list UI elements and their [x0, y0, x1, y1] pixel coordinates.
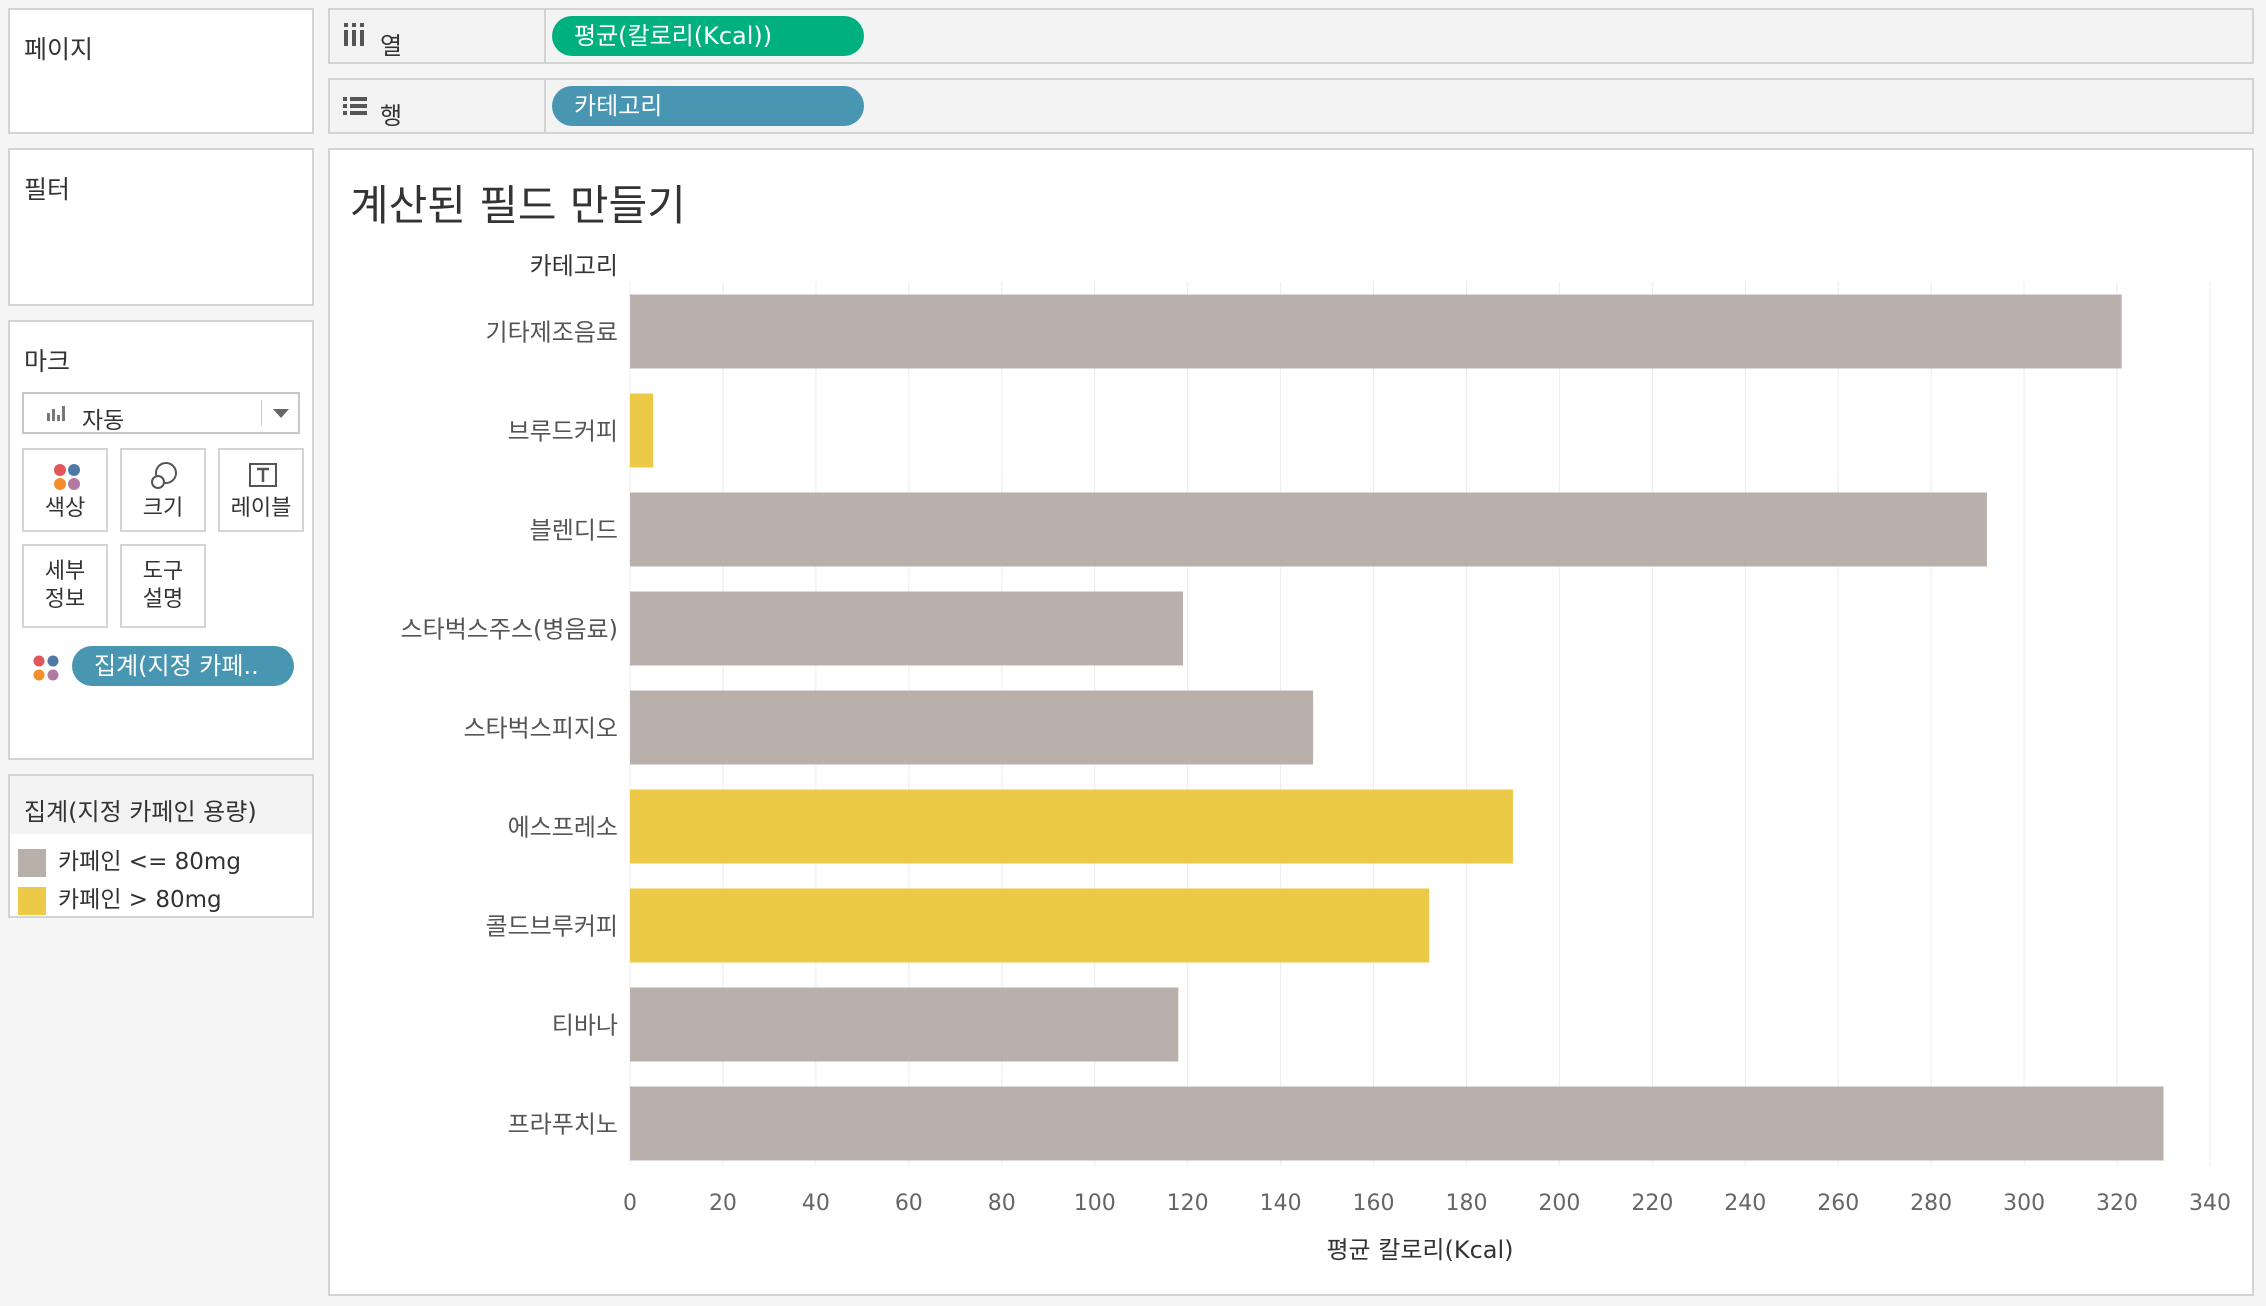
view-area: 계산된 필드 만들기 카테고리 기타제조음료 브루드커피 블렌디드 스타벅스주스(병음료… [328, 148, 2254, 1296]
columns-icon [342, 22, 366, 55]
x-tick-label: 0 [623, 1191, 637, 1216]
legend-item-high[interactable]: 카페인 > 80mg [18, 880, 222, 915]
x-tick-label: 80 [988, 1191, 1016, 1216]
bar[interactable] [630, 492, 1987, 567]
tooltip-button-label: 도구 설명 [122, 558, 204, 614]
detail-button-label: 세부 정보 [24, 558, 106, 614]
tooltip-button-line1: 도구 [142, 559, 184, 584]
category-label: 기타제조음료 [486, 319, 618, 347]
mark-type-dropdown[interactable]: 자동 [22, 392, 300, 434]
x-tick-label: 160 [1353, 1191, 1395, 1216]
legend-label-high: 카페인 > 80mg [58, 887, 222, 913]
x-tick-label: 340 [2189, 1191, 2231, 1216]
x-tick-label: 120 [1167, 1191, 1209, 1216]
filters-panel[interactable]: 필터 [8, 148, 314, 306]
detail-button[interactable]: 세부 정보 [22, 544, 108, 628]
marks-panel-title: 마크 [24, 347, 71, 376]
category-label: 브루드커피 [508, 418, 618, 446]
x-tick-label: 300 [2003, 1191, 2045, 1216]
x-tick-label: 280 [1910, 1191, 1952, 1216]
tooltip-button[interactable]: 도구 설명 [120, 544, 206, 628]
x-tick-label: 100 [1074, 1191, 1116, 1216]
chevron-down-icon [273, 409, 289, 418]
legend-header: 집계(지정 카페인 용량) [10, 776, 312, 834]
bar[interactable] [630, 789, 1513, 864]
bar[interactable] [630, 888, 1430, 963]
x-tick-label: 320 [2096, 1191, 2138, 1216]
detail-button-line2: 정보 [44, 587, 86, 612]
bar[interactable] [630, 987, 1179, 1062]
x-tick-label: 260 [1817, 1191, 1859, 1216]
category-label: 프라푸치노 [508, 1111, 618, 1139]
category-label: 콜드브루커피 [486, 913, 618, 941]
category-label: 블렌디드 [530, 517, 618, 545]
bar[interactable] [630, 294, 2122, 369]
label-button[interactable]: 레이블 [218, 448, 304, 532]
category-label: 에스프레소 [508, 814, 618, 842]
color-field-pill[interactable]: 집계(지정 카페.. [72, 646, 294, 686]
x-tick-label: 220 [1631, 1191, 1673, 1216]
rows-shelf-label-area: 행 [330, 80, 546, 132]
bar[interactable] [630, 1086, 2164, 1161]
columns-shelf[interactable]: 열 평균(칼로리(Kcal)) [328, 8, 2254, 64]
color-encoding-icon [32, 654, 60, 686]
bar[interactable] [630, 690, 1314, 765]
x-tick-label: 40 [802, 1191, 830, 1216]
pages-panel-title: 페이지 [24, 35, 94, 64]
rows-shelf-label: 행 [380, 102, 403, 130]
dropdown-divider [261, 400, 262, 426]
bar-chart: 카테고리기타제조음료브루드커피블렌디드스타벅스주스(병음료) 스타벅스피지오에스프… [401, 252, 2231, 1264]
size-button[interactable]: 크기 [120, 448, 206, 532]
legend-swatch-low [18, 848, 46, 877]
x-tick-label: 240 [1724, 1191, 1766, 1216]
columns-field-pill[interactable]: 평균(칼로리(Kcal)) [552, 16, 864, 56]
columns-shelf-label-area: 열 [330, 10, 546, 62]
detail-button-line1: 세부 [44, 559, 86, 584]
x-tick-label: 60 [895, 1191, 923, 1216]
size-button-label: 크기 [142, 496, 184, 521]
x-axis-title: 평균 칼로리(Kcal) [1326, 1236, 1513, 1264]
marks-panel: 마크 자동 색상 크기 레이블 세부 정보 도구 설명 집계(지정 카페.. [8, 320, 314, 760]
bar[interactable] [630, 393, 654, 468]
legend-label-low: 카페인 <= 80mg [58, 849, 241, 875]
legend-item-low[interactable]: 카페인 <= 80mg [18, 842, 241, 877]
row-header-label: 카테고리 [530, 252, 618, 280]
color-legend-panel: 집계(지정 카페인 용량) 카페인 <= 80mg 카페인 > 80mg [8, 774, 314, 918]
tooltip-button-line2: 설명 [142, 587, 184, 612]
category-label: 스타벅스피지오 [463, 715, 618, 743]
category-label: 티바나 [552, 1012, 618, 1040]
legend-title: 집계(지정 카페인 용량) [24, 798, 257, 826]
bar[interactable] [630, 591, 1183, 666]
rows-icon [342, 94, 368, 124]
columns-shelf-label: 열 [380, 32, 403, 60]
rows-field-pill[interactable]: 카테고리 [552, 86, 864, 126]
color-button-label: 색상 [44, 496, 86, 521]
bar-chart-icon [46, 404, 66, 422]
x-tick-label: 180 [1445, 1191, 1487, 1216]
legend-swatch-high [18, 886, 46, 915]
pages-panel[interactable]: 페이지 [8, 8, 314, 134]
x-tick-label: 200 [1538, 1191, 1580, 1216]
rows-shelf[interactable]: 행 카테고리 [328, 78, 2254, 134]
x-tick-label: 140 [1260, 1191, 1302, 1216]
color-button[interactable]: 색상 [22, 448, 108, 532]
filters-panel-title: 필터 [24, 175, 71, 204]
category-label: 스타벅스주스(병음료) [401, 616, 618, 644]
label-button-label: 레이블 [230, 496, 292, 521]
x-tick-label: 20 [709, 1191, 737, 1216]
mark-type-label: 자동 [82, 408, 125, 434]
